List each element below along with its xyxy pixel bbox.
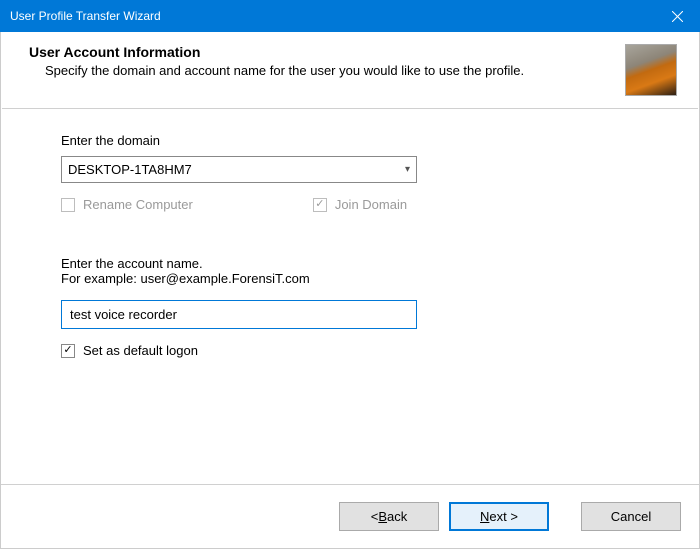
window-title: User Profile Transfer Wizard	[10, 9, 654, 23]
domain-label: Enter the domain	[61, 133, 659, 148]
account-name-input[interactable]	[61, 300, 417, 329]
next-button[interactable]: Next >	[449, 502, 549, 531]
checkbox-box	[61, 344, 75, 358]
next-rest: ext >	[489, 509, 518, 524]
join-domain-label: Join Domain	[335, 197, 407, 212]
domain-options-row: Rename Computer Join Domain	[61, 197, 659, 212]
wizard-header: User Account Information Specify the dom…	[1, 32, 699, 108]
close-icon	[672, 11, 683, 22]
cancel-label: Cancel	[611, 509, 651, 524]
header-description: Specify the domain and account name for …	[29, 62, 613, 80]
titlebar: User Profile Transfer Wizard	[0, 0, 700, 32]
checkbox-box	[313, 198, 327, 212]
back-mnemonic: B	[378, 509, 387, 524]
cancel-button[interactable]: Cancel	[581, 502, 681, 531]
wizard-footer: < Back Next > Cancel	[1, 484, 699, 548]
back-prefix: <	[371, 509, 379, 524]
next-mnemonic: N	[480, 509, 489, 524]
domain-combobox[interactable]: DESKTOP-1TA8HM7 ▾	[61, 156, 417, 183]
account-example: For example: user@example.ForensiT.com	[61, 271, 659, 286]
header-title: User Account Information	[29, 44, 613, 60]
rename-computer-label: Rename Computer	[83, 197, 193, 212]
domain-value: DESKTOP-1TA8HM7	[68, 162, 192, 177]
rename-computer-checkbox: Rename Computer	[61, 197, 193, 212]
back-button[interactable]: < Back	[339, 502, 439, 531]
chevron-down-icon: ▾	[405, 164, 410, 175]
profile-icon	[625, 44, 677, 96]
wizard-body: Enter the domain DESKTOP-1TA8HM7 ▾ Renam…	[1, 109, 699, 484]
wizard-content: User Account Information Specify the dom…	[0, 32, 700, 549]
checkbox-box	[61, 198, 75, 212]
header-text: User Account Information Specify the dom…	[29, 44, 613, 80]
default-logon-checkbox[interactable]: Set as default logon	[61, 343, 198, 358]
default-logon-label: Set as default logon	[83, 343, 198, 358]
account-section: Enter the account name. For example: use…	[61, 256, 659, 358]
back-rest: ack	[387, 509, 407, 524]
join-domain-checkbox: Join Domain	[313, 197, 407, 212]
account-label: Enter the account name.	[61, 256, 659, 271]
close-button[interactable]	[654, 0, 700, 32]
